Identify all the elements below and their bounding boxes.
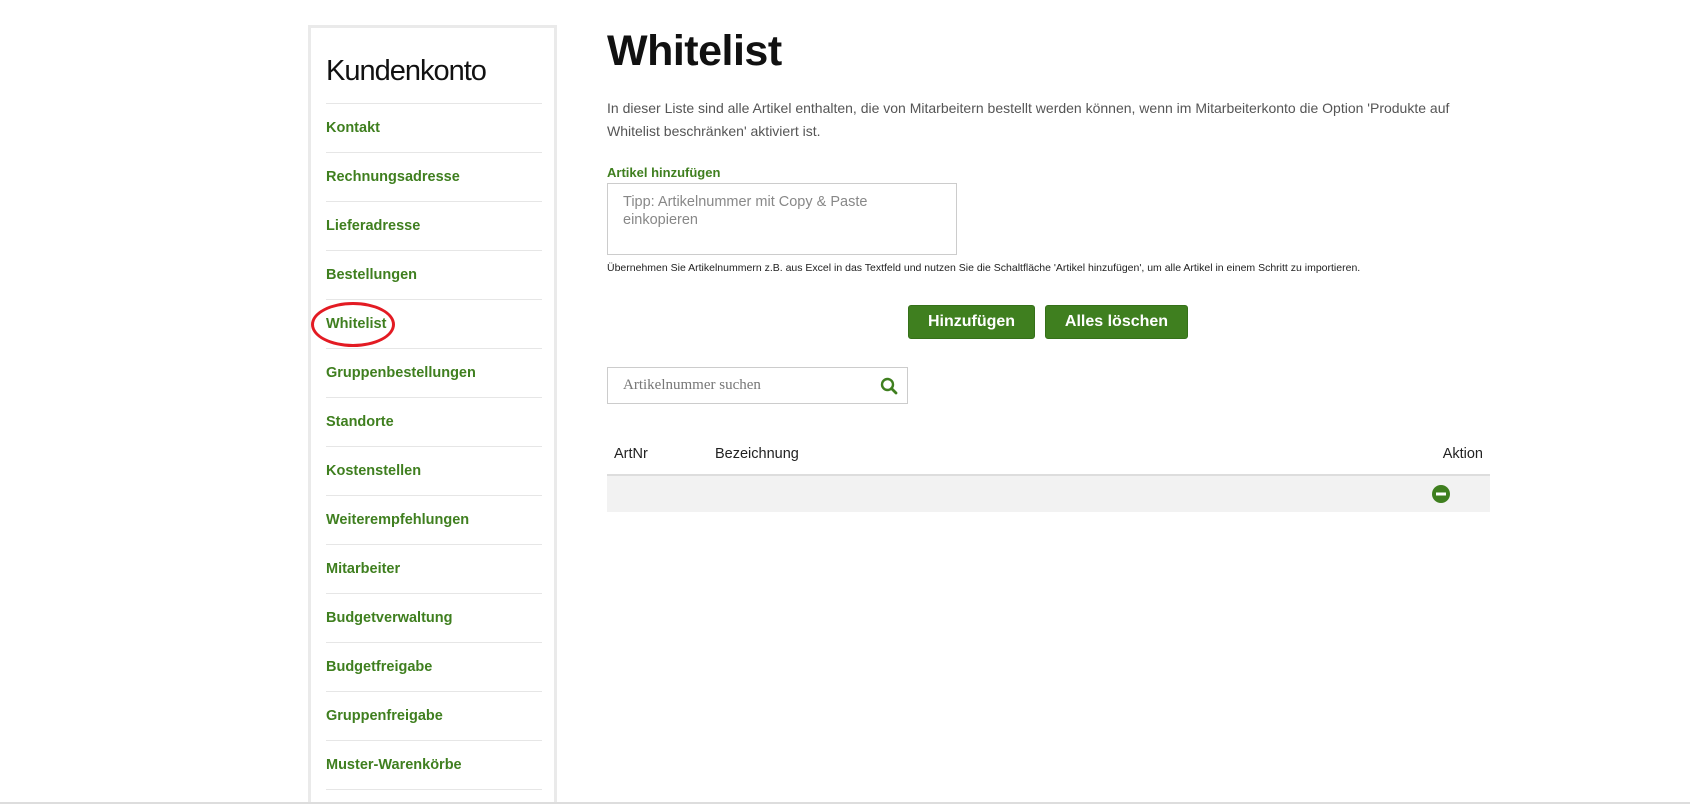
sidebar-item-label: Kontakt xyxy=(326,120,380,136)
sidebar-item-muster-warenkoerbe[interactable]: Muster-Warenkörbe xyxy=(326,740,542,789)
article-numbers-textarea[interactable] xyxy=(607,183,957,255)
sidebar-item-budgetverwaltung[interactable]: Budgetverwaltung xyxy=(326,593,542,642)
sidebar-item-kostenstellen[interactable]: Kostenstellen xyxy=(326,446,542,495)
remove-icon[interactable] xyxy=(1432,485,1450,503)
sidebar-nav: Kontakt Rechnungsadresse Lieferadresse B… xyxy=(311,103,542,790)
highlight-circle-annotation xyxy=(311,302,395,347)
sidebar-item-label: Mitarbeiter xyxy=(326,561,401,577)
sidebar-item-standorte[interactable]: Standorte xyxy=(326,397,542,446)
add-article-label: Artikel hinzufügen xyxy=(607,165,721,180)
sidebar-item-label: Standorte xyxy=(326,414,394,430)
sidebar-item-label: Muster-Warenkörbe xyxy=(326,757,462,773)
table-row xyxy=(607,476,1490,512)
sidebar-item-bestellungen[interactable]: Bestellungen xyxy=(326,250,542,299)
import-hint-text: Übernehmen Sie Artikelnummern z.B. aus E… xyxy=(607,262,1361,274)
sidebar-item-gruppenbestellungen[interactable]: Gruppenbestellungen xyxy=(326,348,542,397)
sidebar-item-weiterempfehlungen[interactable]: Weiterempfehlungen xyxy=(326,495,542,544)
sidebar-divider xyxy=(326,789,542,790)
column-header-artnr: ArtNr xyxy=(614,446,648,462)
sidebar-item-rechnungsadresse[interactable]: Rechnungsadresse xyxy=(326,152,542,201)
sidebar-item-label: Budgetverwaltung xyxy=(326,610,453,626)
clear-all-button[interactable]: Alles löschen xyxy=(1045,305,1188,339)
search-icon[interactable] xyxy=(871,368,907,403)
account-sidebar: Kundenkonto Kontakt Rechnungsadresse Lie… xyxy=(308,25,557,804)
sidebar-item-label: Rechnungsadresse xyxy=(326,169,460,185)
sidebar-item-label: Gruppenfreigabe xyxy=(326,708,443,724)
sidebar-item-gruppenfreigabe[interactable]: Gruppenfreigabe xyxy=(326,691,542,740)
sidebar-item-label: Budgetfreigabe xyxy=(326,659,433,675)
intro-text: In dieser Liste sind alle Artikel enthal… xyxy=(607,100,1450,139)
add-button[interactable]: Hinzufügen xyxy=(908,305,1035,339)
whitelist-table: ArtNr Bezeichnung Aktion xyxy=(607,440,1490,512)
sidebar-item-label: Bestellungen xyxy=(326,267,418,283)
sidebar-item-mitarbeiter[interactable]: Mitarbeiter xyxy=(326,544,542,593)
sidebar-item-label: Weiterempfehlungen xyxy=(326,512,470,528)
column-header-aktion: Aktion xyxy=(1442,446,1483,462)
sidebar-item-budgetfreigabe[interactable]: Budgetfreigabe xyxy=(326,642,542,691)
sidebar-item-label: Kostenstellen xyxy=(326,463,422,479)
sidebar-item-lieferadresse[interactable]: Lieferadresse xyxy=(326,201,542,250)
sidebar-item-kontakt[interactable]: Kontakt xyxy=(326,103,542,152)
article-search xyxy=(607,367,908,404)
page: Kundenkonto Kontakt Rechnungsadresse Lie… xyxy=(0,0,1690,804)
column-header-bezeichnung: Bezeichnung xyxy=(715,446,799,462)
sidebar-item-label: Lieferadresse xyxy=(326,218,421,234)
table-header: ArtNr Bezeichnung Aktion xyxy=(607,440,1490,476)
sidebar-title: Kundenkonto xyxy=(326,55,487,87)
sidebar-item-label: Gruppenbestellungen xyxy=(326,365,476,381)
page-title: Whitelist xyxy=(607,27,782,75)
sidebar-item-whitelist[interactable]: Whitelist xyxy=(311,299,542,348)
search-input[interactable] xyxy=(608,368,871,403)
